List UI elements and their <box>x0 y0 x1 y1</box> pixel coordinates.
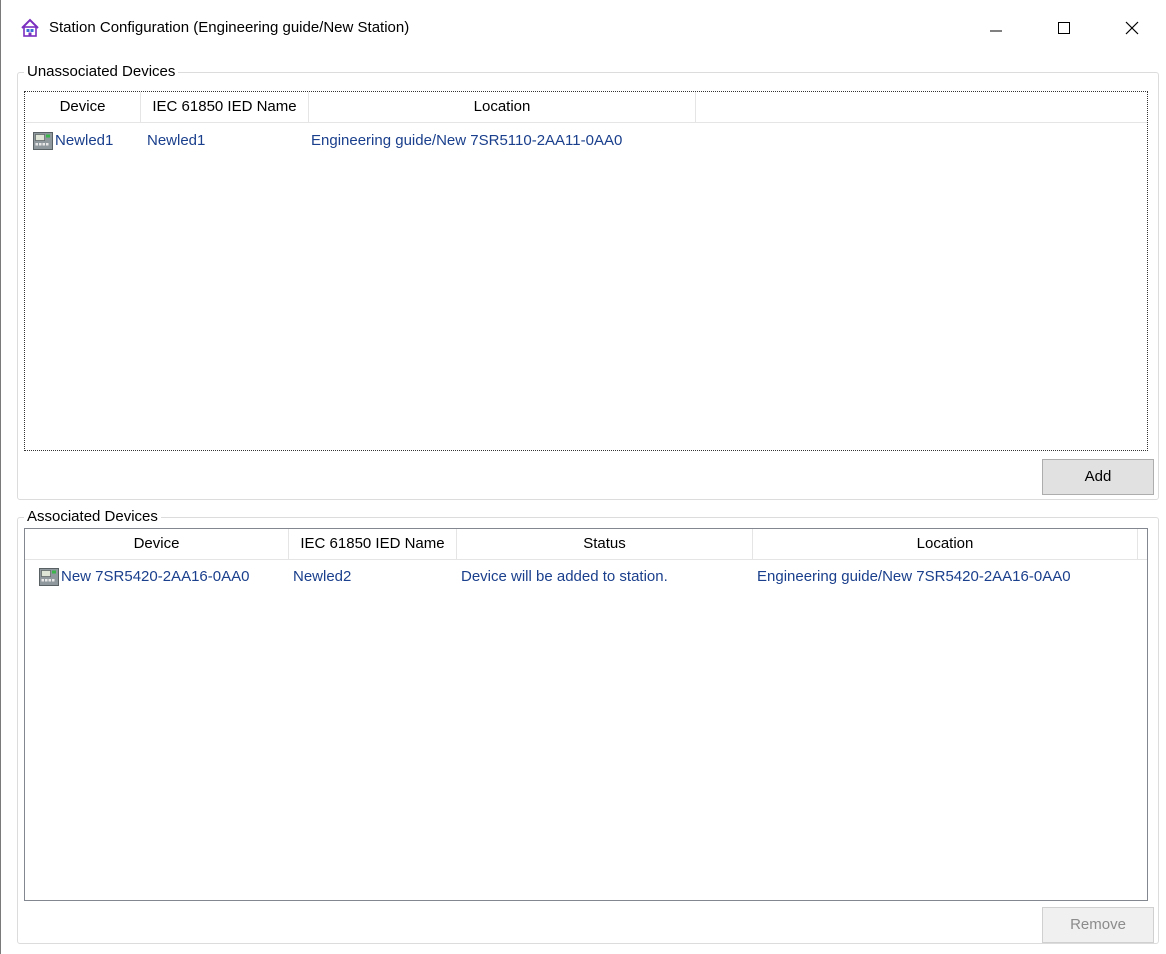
column-header-location[interactable]: Location <box>753 529 1138 559</box>
associated-devices-list[interactable]: Device IEC 61850 IED Name Status Locatio… <box>24 528 1148 901</box>
remove-button[interactable]: Remove <box>1042 907 1154 943</box>
list-item[interactable]: Newled1 Newled1 Engineering guide/New 7S… <box>25 128 1147 154</box>
column-header-ied-name[interactable]: IEC 61850 IED Name <box>289 529 457 559</box>
device-icon <box>39 568 59 586</box>
maximize-icon <box>1058 22 1070 34</box>
house-icon <box>21 18 39 37</box>
minimize-icon <box>990 30 1002 32</box>
close-icon <box>1125 21 1139 35</box>
associated-devices-legend: Associated Devices <box>24 508 161 526</box>
ied-name: Newled1 <box>147 132 206 149</box>
device-status: Device will be added to station. <box>461 568 668 585</box>
list-header: Device IEC 61850 IED Name Status Locatio… <box>25 529 1147 560</box>
ied-name: Newled2 <box>293 568 352 585</box>
associated-devices-group: Associated Devices Device IEC 61850 IED … <box>17 508 1159 944</box>
window-title: Station Configuration (Engineering guide… <box>49 19 410 36</box>
close-button[interactable] <box>1109 10 1155 46</box>
column-header-device[interactable]: Device <box>25 529 289 559</box>
device-name: Newled1 <box>55 132 114 149</box>
device-location: Engineering guide/New 7SR5110-2AA11-0AA0 <box>311 132 623 149</box>
list-header: Device IEC 61850 IED Name Location <box>25 92 1147 123</box>
device-name: New 7SR5420-2AA16-0AA0 <box>61 568 250 585</box>
add-button[interactable]: Add <box>1042 459 1154 495</box>
unassociated-devices-list[interactable]: Device IEC 61850 IED Name Location Newle… <box>24 91 1148 451</box>
column-header-status[interactable]: Status <box>457 529 753 559</box>
column-header-location[interactable]: Location <box>309 92 696 122</box>
minimize-button[interactable] <box>973 10 1019 46</box>
column-header-ied-name[interactable]: IEC 61850 IED Name <box>141 92 309 122</box>
title-bar: Station Configuration (Engineering guide… <box>1 0 1166 56</box>
column-header-device[interactable]: Device <box>25 92 141 122</box>
unassociated-devices-legend: Unassociated Devices <box>24 63 179 81</box>
list-item[interactable]: New 7SR5420-2AA16-0AA0 Newled2 Device wi… <box>25 564 1147 590</box>
maximize-button[interactable] <box>1041 10 1087 46</box>
device-icon <box>33 132 53 150</box>
station-configuration-window: Station Configuration (Engineering guide… <box>0 0 1166 954</box>
device-location: Engineering guide/New 7SR5420-2AA16-0AA0 <box>757 568 1071 585</box>
unassociated-devices-group: Unassociated Devices Device IEC 61850 IE… <box>17 63 1159 500</box>
